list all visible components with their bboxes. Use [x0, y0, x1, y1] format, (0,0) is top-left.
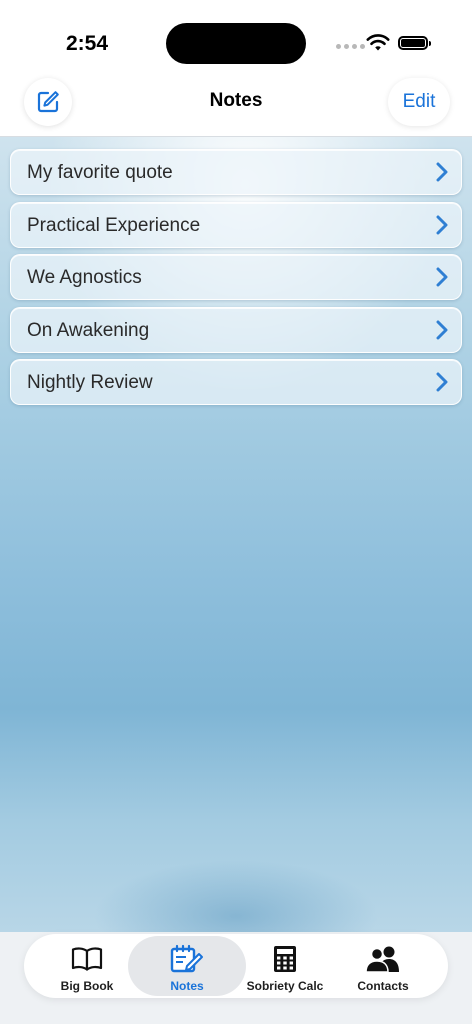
tab-label: Contacts — [357, 979, 409, 993]
chevron-right-icon — [436, 162, 448, 182]
tab-bar: Big Book Notes Sobriety Calc Contacts — [24, 934, 448, 998]
battery-icon — [398, 36, 431, 50]
note-item-we-agnostics[interactable]: We Agnostics — [10, 254, 462, 300]
cellular-signal-icon — [336, 44, 365, 49]
note-item-on-awakening[interactable]: On Awakening — [10, 306, 462, 353]
tab-contacts[interactable]: Contacts — [324, 936, 442, 996]
navigation-bar: Notes Edit — [0, 76, 472, 137]
chevron-right-icon — [436, 267, 448, 287]
note-title: My favorite quote — [27, 162, 173, 183]
notepad-icon — [170, 944, 203, 973]
tab-label: Big Book — [60, 979, 114, 993]
contacts-icon — [365, 946, 399, 973]
note-title: We Agnostics — [27, 267, 142, 288]
note-item-practical-experience[interactable]: Practical Experience — [10, 201, 462, 248]
tab-label: Sobriety Calc — [246, 979, 324, 993]
chevron-right-icon — [436, 372, 448, 392]
wifi-icon — [366, 34, 390, 51]
note-title: Nightly Review — [27, 372, 153, 393]
book-icon — [71, 947, 103, 971]
chevron-right-icon — [436, 215, 448, 234]
status-time: 2:54 — [66, 32, 109, 55]
tab-label: Notes — [170, 979, 204, 993]
calculator-icon — [274, 946, 296, 972]
edit-button[interactable]: Edit — [388, 78, 450, 126]
note-title: Practical Experience — [27, 214, 201, 236]
note-title: On Awakening — [27, 319, 150, 341]
note-item-my-favorite-quote[interactable]: My favorite quote — [10, 149, 462, 195]
status-bar: 2:54 — [0, 0, 472, 80]
dynamic-island — [166, 23, 306, 64]
chevron-right-icon — [436, 320, 448, 339]
note-list: My favorite quote Practical Experience W… — [10, 149, 462, 412]
note-item-nightly-review[interactable]: Nightly Review — [10, 359, 462, 405]
notes-content: My favorite quote Practical Experience W… — [0, 137, 472, 932]
